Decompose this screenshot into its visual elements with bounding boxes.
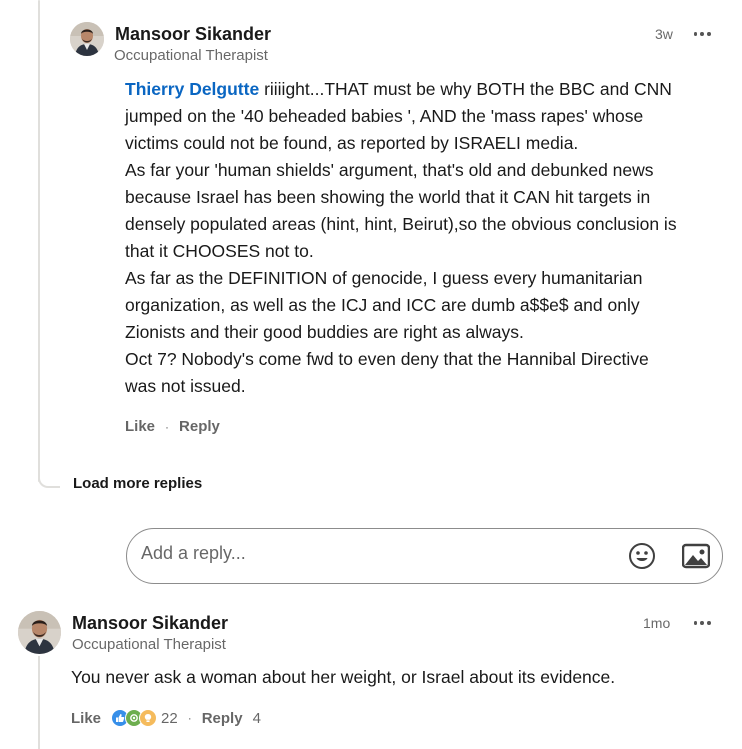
timestamp: 3w xyxy=(655,26,673,42)
like-button[interactable]: Like xyxy=(125,418,155,435)
author-headline: Occupational Therapist xyxy=(114,47,268,64)
reactions-summary[interactable] xyxy=(111,709,158,727)
avatar[interactable] xyxy=(18,611,61,654)
thread-line xyxy=(38,656,40,749)
mention-link[interactable]: Thierry Delgutte xyxy=(125,79,259,99)
comment-actions: Like 22 · Reply 4 xyxy=(71,709,261,727)
reply-actions: Like · Reply xyxy=(125,418,220,435)
reply-count[interactable]: 4 xyxy=(253,710,261,727)
timestamp: 1mo xyxy=(643,615,671,631)
more-options-icon[interactable] xyxy=(692,24,712,44)
insightful-reaction-icon xyxy=(139,709,158,727)
reply-button[interactable]: Reply xyxy=(179,418,220,435)
separator-dot: · xyxy=(187,711,192,725)
separator-dot: · xyxy=(165,419,170,434)
load-more-replies-button[interactable]: Load more replies xyxy=(73,475,202,492)
reaction-count[interactable]: 22 xyxy=(161,710,178,727)
avatar[interactable] xyxy=(70,22,104,56)
reply-button[interactable]: Reply xyxy=(202,710,243,727)
thread-line xyxy=(38,0,40,482)
image-icon[interactable] xyxy=(680,540,712,572)
reply-text: Thierry Delgutte riiiight...THAT must be… xyxy=(125,79,677,396)
more-options-icon[interactable] xyxy=(692,613,712,633)
author-headline: Occupational Therapist xyxy=(72,636,226,653)
thread-line-elbow xyxy=(38,470,60,488)
comment-text: You never ask a woman about her weight, … xyxy=(71,667,616,687)
reply-input[interactable] xyxy=(141,543,611,564)
author-name[interactable]: Mansoor Sikander xyxy=(72,613,228,634)
reply-box xyxy=(126,528,723,584)
author-name[interactable]: Mansoor Sikander xyxy=(115,24,271,45)
like-button[interactable]: Like xyxy=(71,710,101,727)
emoji-icon[interactable] xyxy=(626,540,658,572)
